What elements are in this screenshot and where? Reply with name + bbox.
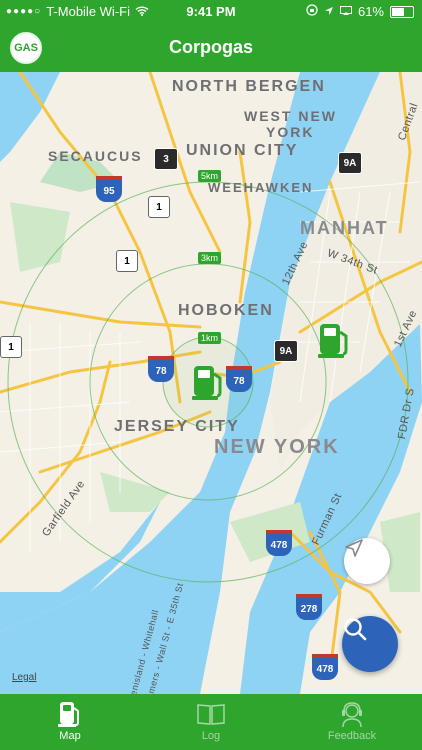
tab-feedback[interactable]: Feedback xyxy=(282,694,422,750)
place-label: UNION CITY xyxy=(186,142,299,159)
status-bar: ●●●●○ T-Mobile Wi-Fi 9:41 PM 61% xyxy=(0,0,422,24)
route-shield: 9A xyxy=(338,152,362,174)
gas-pump-icon xyxy=(318,324,348,358)
gas-station-pin[interactable] xyxy=(316,320,352,360)
place-label: SECAUCUS xyxy=(48,148,143,164)
tab-label: Map xyxy=(59,730,81,742)
us-route-shield: 1 xyxy=(116,250,138,272)
place-label: NEW YORK xyxy=(214,436,340,458)
nav-bar: GAS Corpogas xyxy=(0,24,422,72)
location-arrow-icon xyxy=(324,4,334,19)
locate-me-button[interactable] xyxy=(344,538,390,584)
place-label: WEST NEW xyxy=(244,108,337,124)
place-label: WEEHAWKEN xyxy=(208,180,314,195)
route-shield: 3 xyxy=(154,148,178,170)
gas-pump-icon xyxy=(58,702,79,727)
support-agent-icon xyxy=(342,702,362,728)
interstate-shield: 78 xyxy=(226,366,252,392)
search-icon xyxy=(344,618,367,641)
place-label: MANHAT xyxy=(300,218,389,238)
map-view[interactable]: NORTH BERGEN WEST NEW YORK SECAUCUS UNIO… xyxy=(0,72,422,694)
battery-percent: 61% xyxy=(357,4,384,19)
tab-bar: Map Log Feedback xyxy=(0,694,422,750)
radius-label-5km: 5km xyxy=(198,170,222,182)
book-icon xyxy=(197,704,225,725)
screen-mirror-icon xyxy=(339,4,352,19)
gas-station-pin[interactable] xyxy=(190,362,226,402)
radius-label-3km: 3km xyxy=(198,252,222,264)
interstate-shield: 78 xyxy=(148,356,174,382)
legal-link[interactable]: Legal xyxy=(12,672,36,683)
place-label: HOBOKEN xyxy=(178,302,274,319)
search-button[interactable] xyxy=(342,616,398,672)
navigation-arrow-icon xyxy=(345,539,363,557)
tab-map[interactable]: Map xyxy=(0,694,140,750)
radius-label-1km: 1km xyxy=(198,332,222,344)
place-label: NORTH BERGEN xyxy=(172,78,326,95)
gas-pump-icon xyxy=(192,366,222,400)
place-label: JERSEY CITY xyxy=(114,418,240,435)
rotation-lock-icon xyxy=(306,4,318,19)
interstate-shield: 478 xyxy=(266,530,292,556)
page-title: Corpogas xyxy=(168,37,253,57)
tab-label: Feedback xyxy=(327,730,377,742)
us-route-shield: 1 xyxy=(0,336,22,358)
interstate-shield: 478 xyxy=(312,654,338,680)
place-label: YORK xyxy=(266,124,315,140)
route-shield: 9A xyxy=(274,340,298,362)
battery-icon xyxy=(390,5,414,18)
interstate-shield: 95 xyxy=(96,176,122,202)
interstate-shield: 278 xyxy=(296,594,322,620)
us-route-shield: 1 xyxy=(148,196,170,218)
tab-log[interactable]: Log xyxy=(141,694,281,750)
tab-label: Log xyxy=(201,730,221,742)
